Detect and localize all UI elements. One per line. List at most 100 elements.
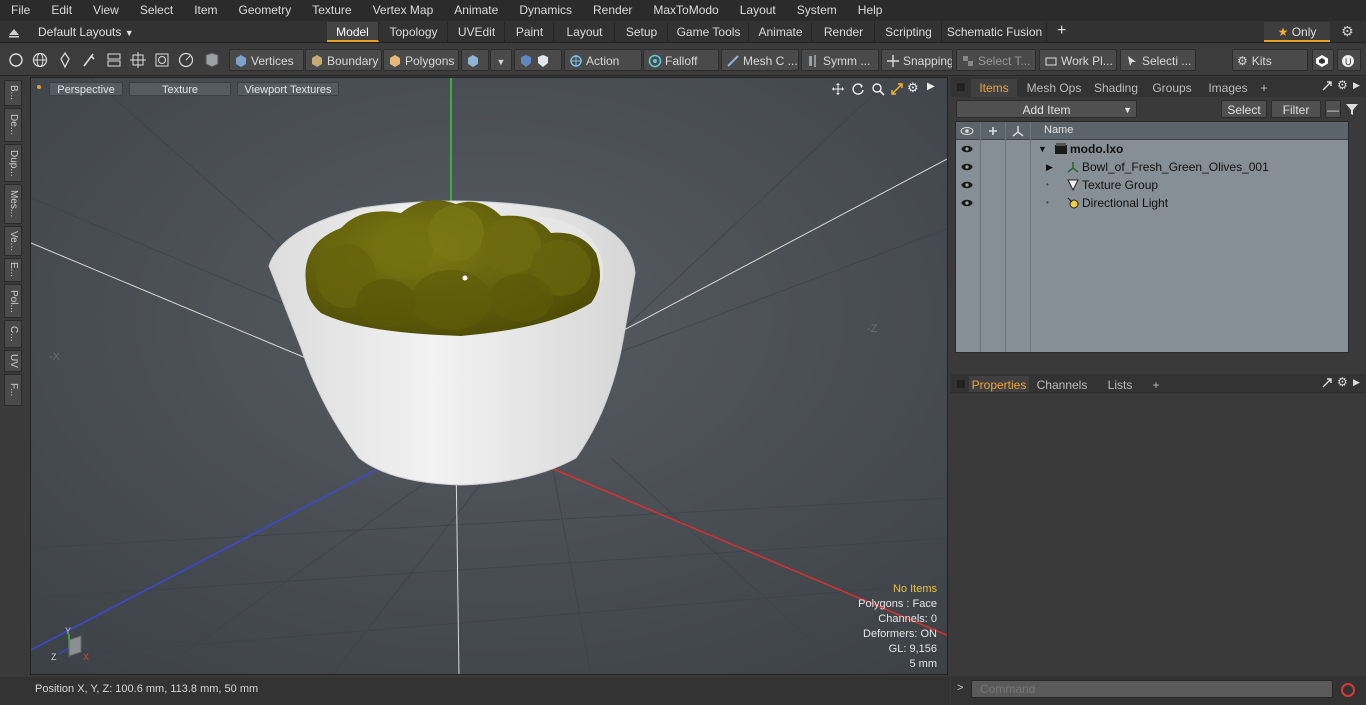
left-tab-vertex[interactable]: Ve... [4,226,22,256]
rotate-icon[interactable] [851,82,865,96]
polygons-button[interactable]: Polygons [383,49,459,71]
visibility-eye-icon[interactable] [961,140,973,158]
view-viewport-textures-tab[interactable]: Viewport Textures [237,82,339,96]
globe-icon[interactable] [31,51,49,69]
tab-layout[interactable]: Layout [555,22,615,42]
tab-topology[interactable]: Topology [380,22,448,42]
tab-animate[interactable]: Animate [750,22,812,42]
gear-icon[interactable]: ⚙ [1341,23,1354,40]
tab-shading[interactable]: Shading [1089,79,1143,97]
panel-menu-icon[interactable] [957,83,965,91]
add-panel-tab-icon[interactable]: + [1257,79,1271,97]
left-tab-polygon[interactable]: Pol... [4,284,22,318]
view-texture-tab[interactable]: Texture [129,82,231,96]
work-plane-button[interactable]: Work Pl... [1039,49,1117,71]
viewport-settings-gear-icon[interactable]: ⚙ [907,80,919,96]
brush-icon[interactable] [80,51,98,69]
symmetry-button[interactable]: Symm ... [801,49,879,71]
vertices-button[interactable]: Vertices [229,49,304,71]
menu-layout[interactable]: Layout [729,0,786,21]
menu-item[interactable]: Item [183,0,227,21]
center-icon[interactable] [129,51,147,69]
layout-menu-icon[interactable] [8,26,20,38]
unity-button[interactable] [1312,49,1334,71]
tree-row-texture-group[interactable]: • Texture Group [956,176,1348,194]
panel-arrow-icon[interactable]: ▶ [1353,80,1360,91]
menu-file[interactable]: File [0,0,40,21]
boundary-button[interactable]: Boundary [305,49,382,71]
visibility-eye-icon[interactable] [961,194,973,212]
viewport-menu-arrow-icon[interactable]: ▶ [927,81,935,92]
tab-setup[interactable]: Setup [616,22,668,42]
add-item-dropdown[interactable]: Add Item ▼ [956,100,1137,118]
add-tab-icon[interactable]: + [1057,22,1066,40]
workplane-icon[interactable] [153,51,171,69]
menu-texture[interactable]: Texture [301,0,361,21]
left-tab-duplicate[interactable]: Dup... [4,144,22,182]
filter-button[interactable]: Filter [1271,100,1321,118]
menu-edit[interactable]: Edit [40,0,82,21]
unreal-button[interactable]: U [1337,49,1361,71]
left-tab-mesh-edit[interactable]: Mes... [4,184,22,224]
3d-viewport[interactable]: -X -Z Y Z X Perspective Texture Viewport… [30,77,948,675]
tab-mesh-ops[interactable]: Mesh Ops [1023,79,1085,97]
panel-gear-icon[interactable]: ⚙ [1337,78,1348,92]
menu-dynamics[interactable]: Dynamics [508,0,582,21]
collapse-icon[interactable]: — [1325,100,1341,118]
collapse-arrow-icon[interactable]: ▼ [1038,140,1047,158]
kits-button[interactable]: ⚙ Kits [1232,49,1308,71]
only-toggle[interactable]: ★ Only [1264,22,1330,42]
tree-row-scene[interactable]: ▼ modo.lxo [956,140,1348,158]
menu-select[interactable]: Select [129,0,183,21]
panel-arrow-icon[interactable]: ▶ [1353,377,1360,388]
tree-row-mesh[interactable]: ▶ Bowl_of_Fresh_Green_Olives_001 [956,158,1348,176]
pan-icon[interactable] [831,82,845,96]
tab-items[interactable]: Items [971,79,1017,97]
tab-schematic-fusion[interactable]: Schematic Fusion [943,22,1047,42]
pen-icon[interactable] [56,51,74,69]
menu-maxtomodo[interactable]: MaxToModo [642,0,728,21]
align-icon[interactable] [105,51,123,69]
shield-icon[interactable] [203,51,221,69]
select-through-button[interactable]: Select T... [956,49,1036,71]
tab-paint[interactable]: Paint [506,22,554,42]
viewport-scene[interactable]: -X -Z Y Z X [31,78,948,675]
menu-system[interactable]: System [786,0,847,21]
left-tab-fusion[interactable]: F... [4,374,22,406]
menu-help[interactable]: Help [847,0,893,21]
circle-select-icon[interactable] [7,51,25,69]
viewport-dot-icon[interactable] [37,85,41,89]
visibility-eye-icon[interactable] [961,176,973,194]
timer-icon[interactable] [177,51,195,69]
menu-render[interactable]: Render [582,0,642,21]
record-icon[interactable] [1339,681,1357,699]
tab-images[interactable]: Images [1201,79,1255,97]
maximize-icon[interactable] [890,82,904,96]
command-input[interactable] [971,680,1333,698]
tab-scripting[interactable]: Scripting [876,22,942,42]
visibility-eye-icon[interactable] [961,158,973,176]
tab-render[interactable]: Render [813,22,875,42]
action-center-button[interactable]: Action [564,49,642,71]
funnel-icon[interactable] [1345,102,1359,116]
tab-model[interactable]: Model [327,22,379,42]
left-tab-basic[interactable]: B... [4,80,22,106]
left-tab-deform[interactable]: De... [4,108,22,142]
tree-scrollbar[interactable] [1351,121,1361,353]
mesh-constraint-button[interactable]: Mesh C ... [721,49,799,71]
left-tab-edge[interactable]: E... [4,258,22,282]
expand-arrow-icon[interactable]: ▶ [1046,158,1053,176]
left-tab-uv[interactable]: UV [4,350,22,372]
view-perspective-tab[interactable]: Perspective [49,82,123,96]
snap-toggles[interactable] [514,49,562,71]
falloff-button[interactable]: Falloff [643,49,719,71]
tab-uvedit[interactable]: UVEdit [449,22,505,42]
menu-vertex-map[interactable]: Vertex Map [362,0,444,21]
tab-groups[interactable]: Groups [1147,79,1197,97]
snapping-button[interactable]: Snapping [881,49,953,71]
mode-dropdown[interactable]: ▼ [490,49,512,71]
expand-panel-icon[interactable] [1321,377,1333,389]
tree-row-directional-light[interactable]: • Directional Light [956,194,1348,212]
item-mode-button[interactable] [461,49,489,71]
menu-animate[interactable]: Animate [443,0,508,21]
